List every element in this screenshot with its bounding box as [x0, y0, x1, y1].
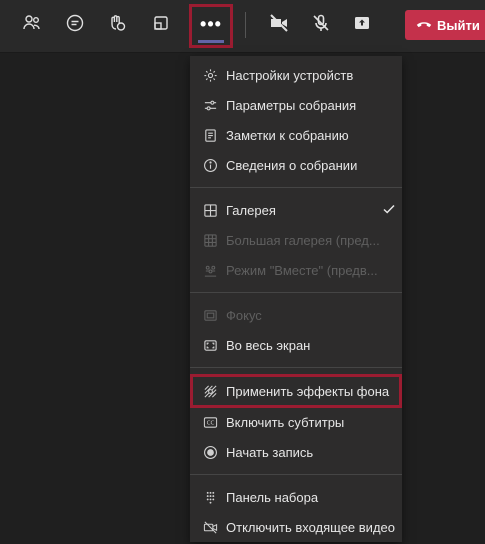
background-effects-icon	[202, 383, 218, 399]
menu-item-label: Фокус	[226, 307, 262, 323]
menu-item-together-mode: Режим "Вместе" (предв...	[190, 255, 402, 285]
chat-button[interactable]	[59, 9, 91, 41]
gear-icon	[202, 67, 218, 83]
menu-item-gallery[interactable]: Галерея	[190, 195, 402, 225]
people-icon	[22, 13, 42, 38]
reactions-button[interactable]	[101, 9, 133, 41]
raise-hand-icon	[107, 13, 127, 38]
mic-toggle-button[interactable]	[305, 9, 337, 41]
closed-captions-icon: CC	[202, 414, 218, 430]
record-icon	[202, 444, 218, 460]
menu-item-label: Отключить входящее видео	[226, 519, 395, 535]
menu-item-turn-off-incoming-video[interactable]: Отключить входящее видео	[190, 512, 402, 542]
share-icon	[352, 13, 372, 38]
menu-item-fullscreen[interactable]: Во весь экран	[190, 330, 402, 360]
menu-item-meeting-notes[interactable]: Заметки к собранию	[190, 120, 402, 150]
menu-item-meeting-options[interactable]: Параметры собрания	[190, 90, 402, 120]
share-screen-button[interactable]	[346, 9, 378, 41]
menu-item-device-settings[interactable]: Настройки устройств	[190, 60, 402, 90]
menu-item-label: Начать запись	[226, 444, 314, 460]
menu-item-label: Панель набора	[226, 489, 319, 505]
chat-icon	[65, 13, 85, 38]
sliders-icon	[202, 97, 218, 113]
menu-item-focus: Фокус	[190, 300, 402, 330]
menu-item-label: Настройки устройств	[226, 67, 354, 83]
hang-up-icon	[405, 15, 437, 36]
menu-item-label: Параметры собрания	[226, 97, 357, 113]
menu-item-label: Заметки к собранию	[226, 127, 349, 143]
video-off-icon	[202, 519, 218, 535]
menu-divider	[190, 292, 402, 293]
menu-item-background-effects[interactable]: Применить эффекты фона	[190, 374, 402, 408]
together-mode-icon	[202, 262, 218, 278]
dial-pad-icon	[202, 489, 218, 505]
meeting-toolbar: ••• Выйти	[0, 0, 485, 53]
active-indicator	[198, 40, 224, 43]
svg-text:CC: CC	[206, 420, 214, 426]
info-icon	[202, 157, 218, 173]
checkmark-icon	[382, 202, 396, 216]
more-actions-button[interactable]: •••	[189, 4, 233, 48]
toolbar-divider	[245, 12, 246, 38]
menu-item-label: Во весь экран	[226, 337, 311, 353]
menu-item-large-gallery: Большая галерея (пред...	[190, 225, 402, 255]
menu-divider	[190, 367, 402, 368]
more-actions-menu: Настройки устройств Параметры собрания З…	[190, 56, 402, 542]
menu-item-label: Галерея	[226, 202, 276, 218]
participants-button[interactable]	[16, 9, 48, 41]
menu-item-dial-pad[interactable]: Панель набора	[190, 482, 402, 512]
camera-toggle-button[interactable]	[263, 9, 295, 41]
menu-item-start-recording[interactable]: Начать запись	[190, 437, 402, 467]
notes-icon	[202, 127, 218, 143]
leave-button[interactable]: Выйти	[405, 10, 485, 40]
leave-label: Выйти	[437, 17, 480, 33]
menu-divider	[190, 474, 402, 475]
grid-icon	[202, 202, 218, 218]
focus-icon	[202, 307, 218, 323]
large-grid-icon	[202, 232, 218, 248]
menu-item-label: Применить эффекты фона	[226, 383, 390, 399]
rooms-button[interactable]	[145, 9, 177, 41]
menu-item-captions[interactable]: CC Включить субтитры	[190, 407, 402, 437]
menu-item-label: Включить субтитры	[226, 414, 345, 430]
menu-item-label: Режим "Вместе" (предв...	[226, 262, 378, 278]
menu-item-label: Большая галерея (пред...	[226, 232, 380, 248]
mic-off-icon	[311, 13, 331, 38]
more-dots-icon: •••	[200, 13, 222, 34]
menu-item-meeting-info[interactable]: Сведения о собрании	[190, 150, 402, 180]
fullscreen-icon	[202, 337, 218, 353]
menu-divider	[190, 187, 402, 188]
menu-item-label: Сведения о собрании	[226, 157, 358, 173]
camera-off-icon	[269, 13, 289, 38]
breakout-rooms-icon	[151, 13, 171, 38]
